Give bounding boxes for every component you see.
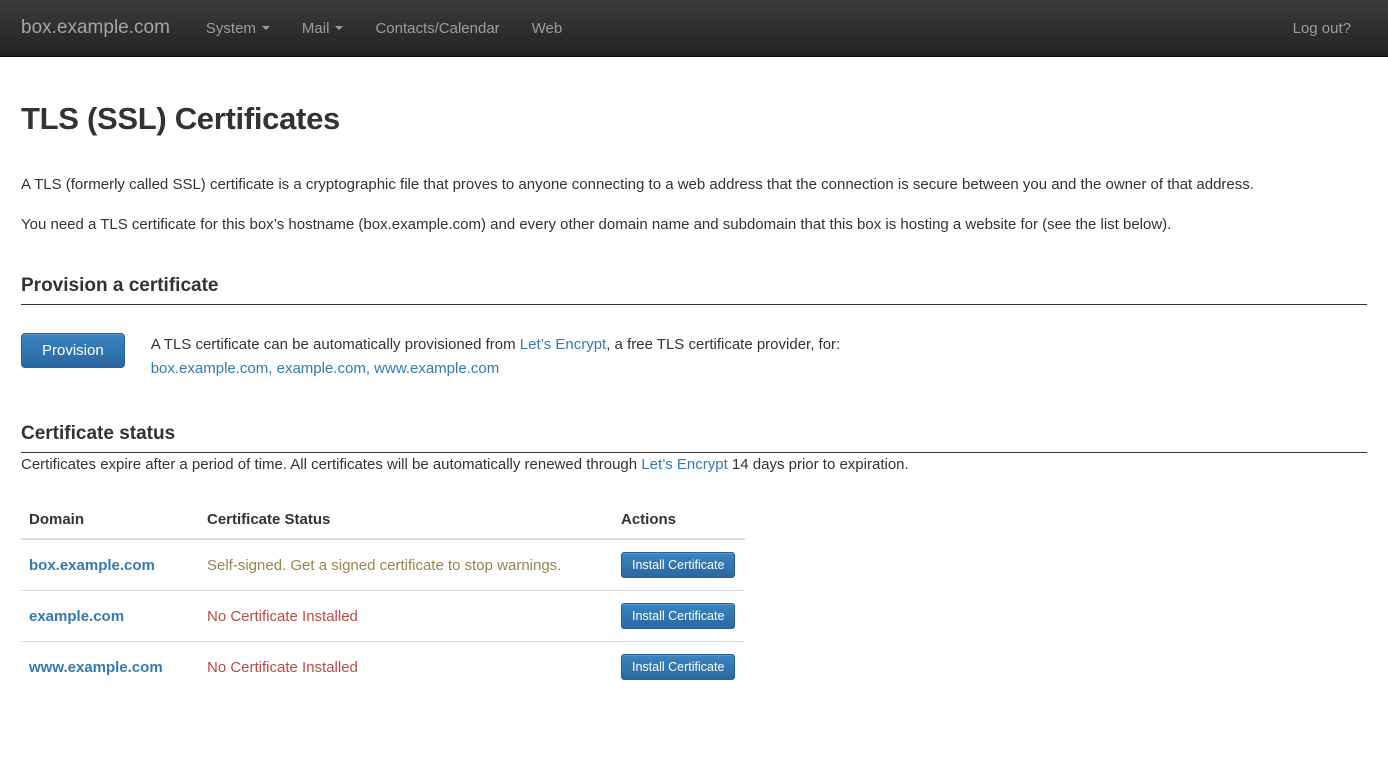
caret-down-icon [335, 26, 343, 30]
intro-paragraph-1: A TLS (formerly called SSL) certificate … [21, 173, 1367, 197]
provision-domain-list: box.example.com, example.com, www.exampl… [151, 357, 841, 381]
status-text-after: 14 days prior to expiration. [728, 456, 909, 473]
nav-item-mail[interactable]: Mail [286, 0, 360, 57]
page-title: TLS (SSL) Certificates [21, 101, 1367, 137]
provision-domain-link[interactable]: box.example.com [151, 360, 269, 377]
provision-text-after: , a free TLS certificate provider, for: [606, 336, 840, 353]
nav-item-mail-label: Mail [302, 0, 330, 57]
table-header-row: Domain Certificate Status Actions [21, 501, 745, 539]
install-certificate-button[interactable]: Install Certificate [621, 603, 735, 629]
caret-down-icon [262, 26, 270, 30]
main-content: TLS (SSL) Certificates A TLS (formerly c… [0, 101, 1388, 692]
lets-encrypt-link[interactable]: Let’s Encrypt [641, 456, 727, 473]
nav-item-web[interactable]: Web [516, 0, 579, 57]
certificate-table: Domain Certificate Status Actions box.ex… [21, 501, 745, 692]
provision-domain-link[interactable]: example.com [277, 360, 366, 377]
intro-paragraph-2: You need a TLS certificate for this box’… [21, 213, 1367, 237]
nav-item-web-label: Web [532, 0, 563, 57]
domain-link[interactable]: box.example.com [29, 557, 155, 574]
navbar-brand[interactable]: box.example.com [21, 17, 170, 39]
status-paragraph: Certificates expire after a period of ti… [21, 453, 1367, 477]
top-navbar: box.example.com System Mail Contacts/Cal… [0, 0, 1388, 57]
provision-row: Provision A TLS certificate can be autom… [21, 333, 1367, 381]
certificate-status-text: No Certificate Installed [207, 608, 358, 625]
column-header-actions: Actions [613, 501, 745, 539]
status-text-before: Certificates expire after a period of ti… [21, 456, 641, 473]
domain-link[interactable]: www.example.com [29, 659, 163, 676]
table-row: example.com No Certificate Installed Insta… [21, 591, 745, 642]
column-header-domain: Domain [21, 501, 199, 539]
nav-item-contacts-calendar[interactable]: Contacts/Calendar [359, 0, 515, 57]
table-row: www.example.com No Certificate Installed I… [21, 642, 745, 693]
certificate-status-text: No Certificate Installed [207, 659, 358, 676]
domain-link[interactable]: example.com [29, 608, 124, 625]
provision-text-before: A TLS certificate can be automatically p… [151, 336, 520, 353]
provision-domain-link[interactable]: www.example.com [374, 360, 499, 377]
nav-item-contacts-calendar-label: Contacts/Calendar [375, 0, 499, 57]
table-row: box.example.com Self-signed. Get a signed… [21, 539, 745, 591]
install-certificate-button[interactable]: Install Certificate [621, 552, 735, 578]
logout-link[interactable]: Log out? [1277, 0, 1367, 57]
provision-button[interactable]: Provision [21, 333, 125, 368]
install-certificate-button[interactable]: Install Certificate [621, 654, 735, 680]
certificate-status-heading: Certificate status [21, 423, 1367, 453]
provision-description: A TLS certificate can be automatically p… [151, 333, 841, 381]
provision-section-heading: Provision a certificate [21, 275, 1367, 305]
certificate-status-text: Self-signed. Get a signed certificate to… [207, 557, 561, 574]
lets-encrypt-link[interactable]: Let’s Encrypt [520, 336, 606, 353]
nav-item-system-label: System [206, 0, 256, 57]
column-header-certificate-status: Certificate Status [199, 501, 613, 539]
nav-item-system[interactable]: System [190, 0, 286, 57]
